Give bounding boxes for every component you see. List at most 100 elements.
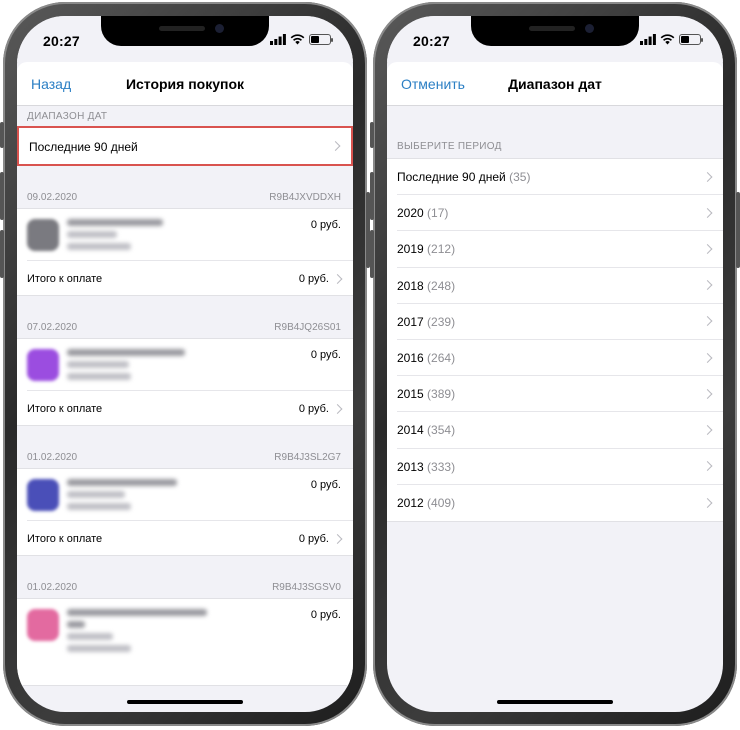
purchase-date: 01.02.2020 [27, 582, 78, 593]
purchase-date-header: 01.02.2020 R9B4J3SL2G7 [17, 446, 353, 468]
home-indicator[interactable] [127, 700, 243, 704]
app-icon [27, 609, 59, 641]
period-option[interactable]: 2018 (248) [397, 268, 723, 304]
nav-bar: Отменить Диапазон дат [387, 62, 723, 106]
period-option[interactable]: 2020 (17) [397, 195, 723, 232]
chevron-right-icon [702, 497, 713, 508]
purchase-date: 07.02.2020 [27, 322, 78, 333]
battery-icon [309, 34, 333, 45]
page-title: Диапазон дат [508, 76, 602, 92]
purchased-app-row[interactable]: 0 руб. [27, 599, 353, 669]
purchase-date-header: 09.02.2020 R9B4JXVDDXH [17, 186, 353, 208]
chevron-right-icon [332, 274, 343, 284]
purchase-card: 0 руб. Итого к оплате 0 руб. [17, 468, 353, 556]
period-label: 2013 [397, 459, 424, 474]
purchased-app-row[interactable]: 0 руб. [27, 469, 353, 521]
item-price: 0 руб. [310, 349, 341, 361]
right-screen: 20:27 Отменить Диапазон дат ВЫБЕРИТЕ ПЕР… [387, 16, 723, 712]
item-price: 0 руб. [310, 609, 341, 621]
order-id: R9B4J3SGSV0 [272, 582, 341, 593]
period-option[interactable]: 2017 (239) [397, 304, 723, 340]
status-icons [270, 34, 333, 45]
period-label: 2012 [397, 495, 424, 510]
app-icon [27, 219, 59, 251]
chevron-right-icon [332, 534, 343, 544]
order-id: R9B4JQ26S01 [274, 322, 341, 333]
purchase-date-header: 01.02.2020 R9B4J3SGSV0 [17, 576, 353, 598]
date-range-value: Последние 90 дней [29, 140, 138, 154]
power-button [736, 192, 740, 268]
volume-down-button [370, 230, 374, 278]
wifi-icon [660, 34, 675, 45]
item-price: 0 руб. [310, 479, 341, 491]
period-label: 2020 [397, 206, 424, 221]
wifi-icon [290, 34, 305, 45]
total-label: Итого к оплате [27, 533, 103, 545]
battery-icon [679, 34, 703, 45]
nav-bar: Назад История покупок [17, 62, 353, 106]
range-section-header: ДИАПАЗОН ДАТ [27, 111, 108, 122]
app-info-blurred [67, 219, 163, 255]
mute-switch [0, 122, 4, 148]
chevron-right-icon [702, 280, 713, 291]
period-count: (239) [427, 314, 456, 329]
chevron-right-icon [702, 461, 713, 472]
period-label: 2019 [397, 242, 424, 257]
app-icon [27, 349, 59, 381]
purchased-app-row[interactable]: 0 руб. [27, 339, 353, 391]
status-icons [640, 34, 703, 45]
chevron-right-icon [702, 207, 713, 218]
page-title: История покупок [125, 76, 245, 92]
notch [471, 16, 639, 46]
chevron-right-icon [702, 316, 713, 327]
total-value: 0 руб. [298, 403, 329, 415]
cellular-signal-icon [270, 34, 286, 45]
cellular-signal-icon [640, 34, 656, 45]
total-row[interactable]: Итого к оплате 0 руб. [27, 392, 353, 426]
period-count: (333) [427, 459, 456, 474]
period-label: Последние 90 дней [397, 170, 506, 184]
home-indicator[interactable] [497, 700, 613, 704]
volume-down-button [0, 230, 4, 278]
item-price: 0 руб. [310, 219, 341, 231]
mute-switch [370, 122, 374, 148]
period-option[interactable]: 2016 (264) [397, 340, 723, 377]
left-screen: 20:27 Назад История покупок ДИАПАЗОН ДАТ… [17, 16, 353, 712]
total-value: 0 руб. [298, 273, 329, 285]
volume-up-button [0, 172, 4, 220]
period-option[interactable]: 2014 (354) [397, 412, 723, 449]
total-row[interactable]: Итого к оплате 0 руб. [27, 262, 353, 296]
purchase-history-list[interactable]: ДИАПАЗОН ДАТ Последние 90 дней 09.02.202… [17, 106, 353, 712]
app-icon [27, 479, 59, 511]
purchased-app-row[interactable]: 0 руб. [27, 209, 353, 261]
period-option[interactable]: 2015 (389) [397, 376, 723, 413]
status-time: 20:27 [413, 33, 450, 49]
chevron-right-icon [702, 352, 713, 363]
chevron-right-icon [702, 424, 713, 435]
chevron-right-icon [332, 404, 343, 414]
purchase-card: 0 руб. [17, 598, 353, 686]
period-count: (17) [427, 206, 449, 221]
chevron-right-icon [702, 171, 713, 182]
total-label: Итого к оплате [27, 273, 103, 285]
total-value: 0 руб. [298, 533, 329, 545]
chevron-right-icon [702, 244, 713, 254]
chevron-right-icon [330, 141, 341, 151]
purchase-card: 0 руб. Итого к оплате 0 руб. [17, 338, 353, 426]
total-row[interactable]: Итого к оплате 0 руб. [27, 522, 353, 556]
period-count: (354) [427, 423, 456, 438]
period-count: (248) [427, 278, 456, 293]
purchase-date: 01.02.2020 [27, 452, 78, 463]
purchase-date: 09.02.2020 [27, 192, 78, 203]
period-count: (409) [427, 495, 456, 510]
period-option[interactable]: Последние 90 дней (35) [397, 159, 723, 196]
period-option[interactable]: 2013 (333) [397, 449, 723, 485]
app-info-blurred [67, 349, 185, 385]
left-phone-frame: 20:27 Назад История покупок ДИАПАЗОН ДАТ… [0, 2, 370, 726]
status-time: 20:27 [43, 33, 80, 49]
period-option[interactable]: 2012 (409) [397, 485, 723, 521]
period-option[interactable]: 2019 (212) [397, 231, 723, 268]
period-label: 2016 [397, 350, 424, 365]
period-section-header: ВЫБЕРИТЕ ПЕРИОД [397, 141, 502, 152]
date-range-cell[interactable]: Последние 90 дней [17, 126, 353, 166]
